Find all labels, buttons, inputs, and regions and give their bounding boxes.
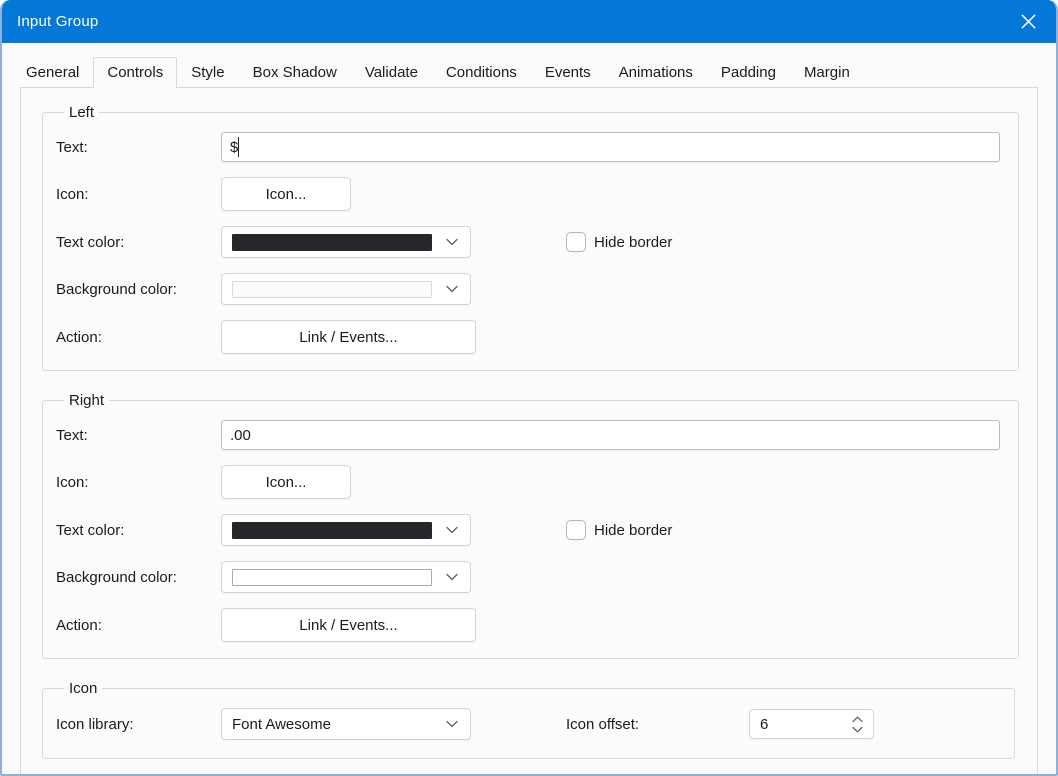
chevron-down-icon [852,726,863,733]
left-action-row: Action: Link / Events... [56,320,1000,354]
tab-bar: General Controls Style Box Shadow Valida… [2,43,1056,88]
left-background-color-swatch [232,280,432,298]
left-hide-border-checkbox[interactable] [566,232,586,252]
close-icon [1020,13,1037,30]
left-text-row: Text: [56,132,1000,162]
tab-validate[interactable]: Validate [351,57,432,88]
right-text-input[interactable] [221,420,1000,450]
left-icon-row: Icon: Icon... [56,177,1000,211]
icon-offset-value: 6 [760,715,769,733]
tab-conditions[interactable]: Conditions [432,57,531,88]
right-action-row: Action: Link / Events... [56,608,1000,642]
window-title: Input Group [17,13,99,30]
right-text-color-swatch [232,521,432,539]
right-action-label: Action: [56,616,102,634]
spinner-down-button[interactable] [852,725,863,734]
close-button[interactable] [1010,4,1046,38]
group-icon: Icon Icon library: Font Awesome Icon off… [42,680,1015,759]
left-icon-label: Icon: [56,185,89,203]
tab-style[interactable]: Style [177,57,238,88]
dialog-content: General Controls Style Box Shadow Valida… [2,43,1056,774]
right-icon-row: Icon: Icon... [56,465,1000,499]
spinner-arrows [852,715,863,734]
left-background-color-dropdown[interactable] [221,273,471,305]
tab-events[interactable]: Events [531,57,605,88]
right-icon-label: Icon: [56,473,89,491]
titlebar: Input Group [2,0,1056,43]
right-text-color-label: Text color: [56,521,125,539]
icon-library-row: Icon library: Font Awesome Icon offset: … [56,708,996,740]
group-right: Right Text: Icon: Icon... Text color: [42,392,1019,659]
text-cursor [238,137,239,157]
tab-padding[interactable]: Padding [707,57,790,88]
tab-margin[interactable]: Margin [790,57,864,88]
left-text-color-label: Text color: [56,233,125,251]
right-hide-border-wrap: Hide border [566,520,672,540]
left-text-color-row: Text color: Hide border [56,226,1000,258]
chevron-down-icon [446,285,458,293]
chevron-down-icon [446,526,458,534]
spinner-up-button[interactable] [852,715,863,724]
right-background-color-dropdown[interactable] [221,561,471,593]
icon-library-label: Icon library: [56,715,134,733]
chevron-down-icon [446,720,458,728]
right-hide-border-label: Hide border [594,521,673,539]
tab-box-shadow[interactable]: Box Shadow [239,57,351,88]
right-text-input-wrap [221,420,1000,450]
right-background-color-swatch [232,568,432,586]
left-link-events-button[interactable]: Link / Events... [221,320,476,354]
icon-offset-spinner[interactable]: 6 [749,709,874,739]
input-group-dialog: Input Group General Controls Style Box S… [0,0,1058,776]
left-background-color-row: Background color: [56,273,1000,305]
left-hide-border-label: Hide border [594,233,673,251]
left-text-label: Text: [56,138,88,156]
left-hide-border-wrap: Hide border [566,232,672,252]
group-right-title: Right [69,392,105,409]
controls-tab-panel: Left Text: Icon: Icon... Text color: [20,87,1038,774]
chevron-down-icon [446,238,458,246]
tab-animations[interactable]: Animations [605,57,707,88]
left-icon-button[interactable]: Icon... [221,177,351,211]
left-action-label: Action: [56,328,102,346]
right-link-events-button[interactable]: Link / Events... [221,608,476,642]
icon-offset-label: Icon offset: [566,715,640,733]
left-background-color-label: Background color: [56,280,177,298]
right-background-color-row: Background color: [56,561,1000,593]
right-text-row: Text: [56,420,1000,450]
right-hide-border-checkbox[interactable] [566,520,586,540]
group-icon-title: Icon [69,680,98,697]
left-text-color-dropdown[interactable] [221,226,471,258]
chevron-down-icon [446,573,458,581]
left-text-color-swatch [232,233,432,251]
right-background-color-label: Background color: [56,568,177,586]
tab-general[interactable]: General [12,57,93,88]
icon-library-value: Font Awesome [232,715,331,733]
right-text-color-dropdown[interactable] [221,514,471,546]
group-left: Left Text: Icon: Icon... Text color: [42,104,1019,371]
left-text-input[interactable] [221,132,1000,162]
right-text-label: Text: [56,426,88,444]
chevron-up-icon [852,716,863,723]
icon-library-dropdown[interactable]: Font Awesome [221,708,471,740]
left-text-input-wrap [221,132,1000,162]
group-left-title: Left [69,104,95,121]
right-icon-button[interactable]: Icon... [221,465,351,499]
tab-controls[interactable]: Controls [93,57,178,88]
right-text-color-row: Text color: Hide border [56,514,1000,546]
